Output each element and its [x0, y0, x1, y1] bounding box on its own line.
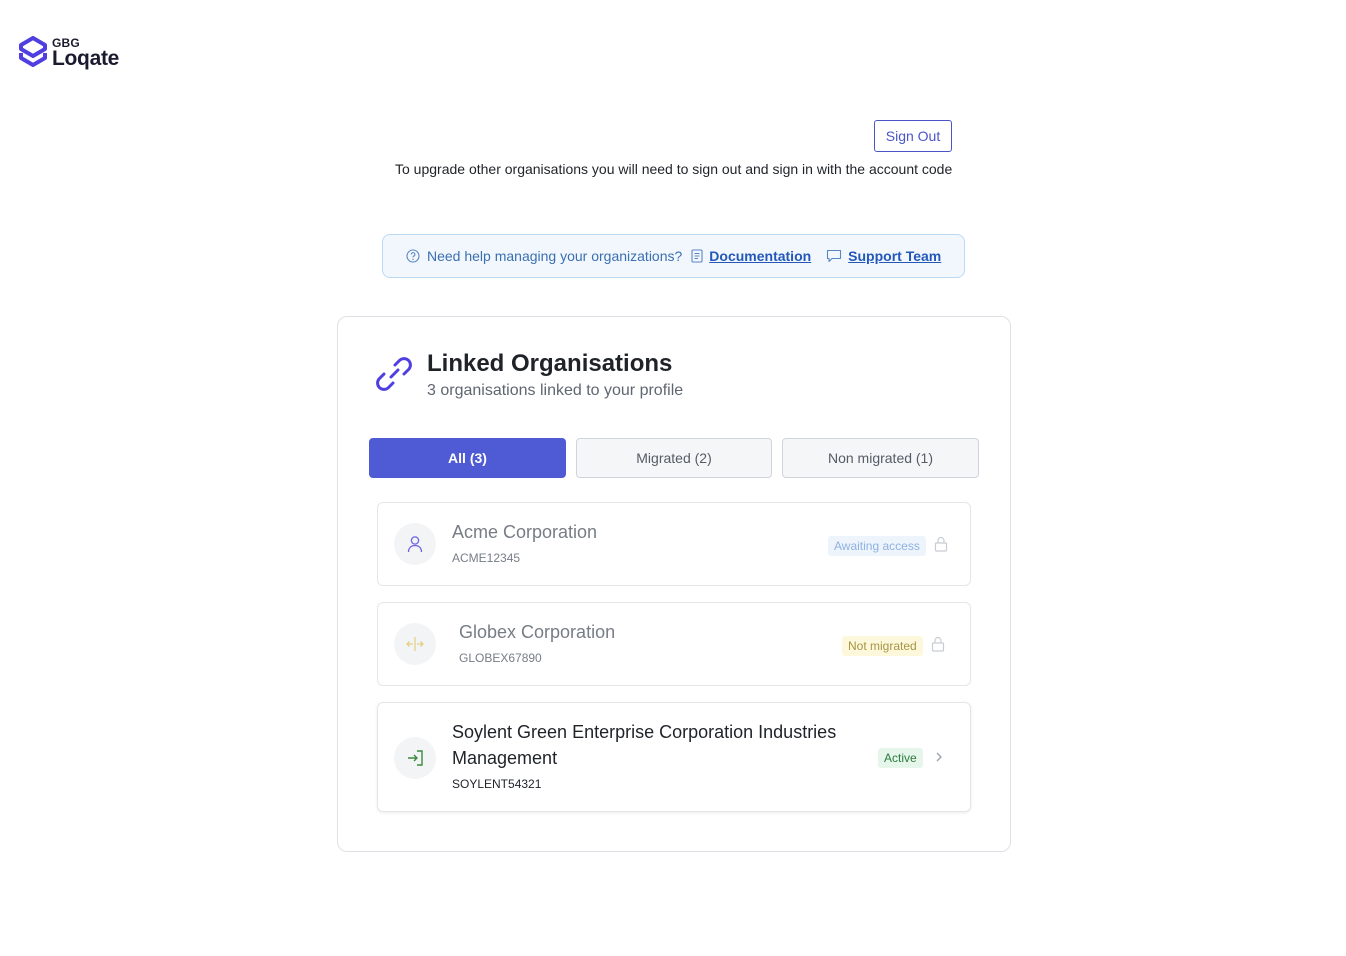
- document-icon: [691, 249, 703, 263]
- org-code: GLOBEX67890: [459, 651, 542, 665]
- support-team-link[interactable]: Support Team: [826, 248, 941, 264]
- linked-organisations-card: Linked Organisations 3 organisations lin…: [337, 316, 1011, 852]
- org-code: SOYLENT54321: [452, 777, 542, 791]
- org-name: Acme Corporation: [452, 522, 598, 542]
- link-icon: [376, 357, 412, 391]
- org-avatar: [394, 523, 436, 565]
- sign-out-button[interactable]: Sign Out: [874, 120, 952, 152]
- card-subtitle: 3 organisations linked to your profile: [427, 382, 684, 400]
- status-badge: Awaiting access: [828, 536, 926, 556]
- loqate-logo-icon: [19, 36, 47, 67]
- tab-non-migrated[interactable]: Non migrated (1): [782, 438, 979, 478]
- filter-tabs: All (3) Migrated (2) Non migrated (1): [369, 438, 979, 478]
- help-text: Need help managing your organizations?: [427, 248, 683, 264]
- help-banner: Need help managing your organizations? D…: [382, 234, 965, 278]
- status-badge: Not migrated: [842, 636, 923, 656]
- split-arrows-icon: [406, 637, 424, 651]
- chevron-right-icon[interactable]: [934, 750, 944, 764]
- org-avatar: [394, 737, 436, 779]
- brand-name: Loqate: [52, 47, 120, 70]
- card-header: Linked Organisations 3 organisations lin…: [373, 350, 684, 400]
- org-card-acme: Acme Corporation ACME12345 Awaiting acce…: [377, 502, 971, 586]
- documentation-label[interactable]: Documentation: [709, 248, 811, 264]
- status-badge: Active: [878, 748, 923, 768]
- tab-all[interactable]: All (3): [369, 438, 566, 478]
- org-card-soylent[interactable]: Soylent Green Enterprise Corporation Ind…: [377, 702, 971, 812]
- org-card-globex: Globex Corporation GLOBEX67890 Not migra…: [377, 602, 971, 686]
- support-team-label[interactable]: Support Team: [848, 248, 941, 264]
- tab-migrated[interactable]: Migrated (2): [576, 438, 772, 478]
- brand-logo: GBG Loqate: [18, 36, 119, 70]
- chat-bubble-icon: [827, 249, 842, 263]
- sign-in-icon: [408, 750, 423, 766]
- lock-icon: [931, 636, 945, 652]
- question-circle-icon: [406, 249, 420, 263]
- org-name: Globex Corporation: [459, 622, 616, 642]
- user-icon: [407, 536, 423, 553]
- org-code: ACME12345: [452, 551, 521, 565]
- org-avatar: [394, 623, 436, 665]
- lock-icon: [934, 536, 948, 552]
- upgrade-note: To upgrade other organisations you will …: [395, 161, 953, 177]
- documentation-link[interactable]: Documentation: [691, 248, 811, 264]
- org-name: Soylent Green Enterprise Corporation Ind…: [452, 722, 837, 768]
- card-title: Linked Organisations: [427, 350, 673, 377]
